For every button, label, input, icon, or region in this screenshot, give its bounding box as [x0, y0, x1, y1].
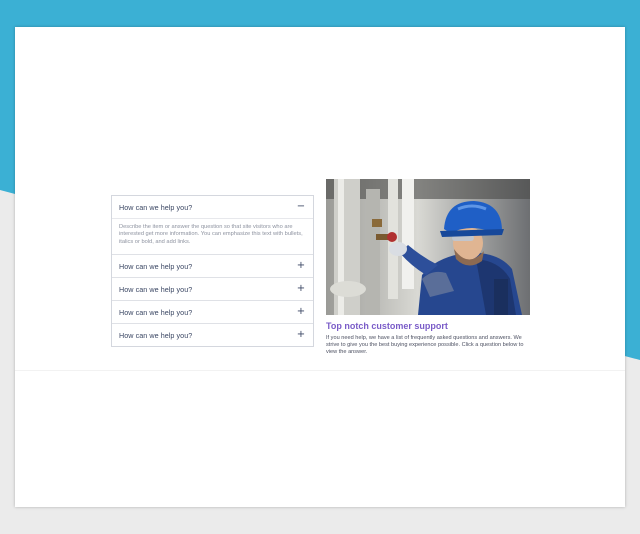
expand-icon[interactable]: +: [296, 284, 306, 294]
expand-icon[interactable]: +: [296, 330, 306, 340]
faq-question-4[interactable]: How can we help you? +: [112, 301, 313, 323]
faq-question-1[interactable]: How can we help you? −: [112, 196, 313, 218]
technician-photo: [326, 179, 530, 315]
support-description: If you need help, we have a list of freq…: [326, 335, 524, 356]
content-card: How can we help you? − Describe the item…: [15, 27, 625, 507]
faq-accordion: How can we help you? − Describe the item…: [111, 195, 314, 348]
faq-item-3: How can we help you? +: [112, 278, 313, 302]
faq-question-3[interactable]: How can we help you? +: [112, 278, 313, 300]
faq-item-2: How can we help you? +: [112, 255, 313, 279]
support-title: Top notch customer support: [326, 321, 448, 331]
expand-icon[interactable]: +: [296, 307, 306, 317]
faq-question-text: How can we help you?: [119, 202, 193, 212]
faq-question-text: How can we help you?: [119, 330, 193, 340]
faq-question-2[interactable]: How can we help you? +: [112, 255, 313, 277]
faq-item-1: How can we help you? − Describe the item…: [112, 196, 313, 256]
section-divider: [15, 370, 625, 371]
faq-question-5[interactable]: How can we help you? +: [112, 324, 313, 346]
expand-icon[interactable]: +: [296, 261, 306, 271]
collapse-icon[interactable]: −: [296, 202, 306, 212]
faq-item-5: How can we help you? +: [112, 324, 313, 346]
faq-item-4: How can we help you? +: [112, 301, 313, 325]
faq-answer-1: Describe the item or answer the question…: [112, 218, 313, 254]
faq-question-text: How can we help you?: [119, 261, 193, 271]
faq-question-text: How can we help you?: [119, 284, 193, 294]
faq-question-text: How can we help you?: [119, 307, 193, 317]
